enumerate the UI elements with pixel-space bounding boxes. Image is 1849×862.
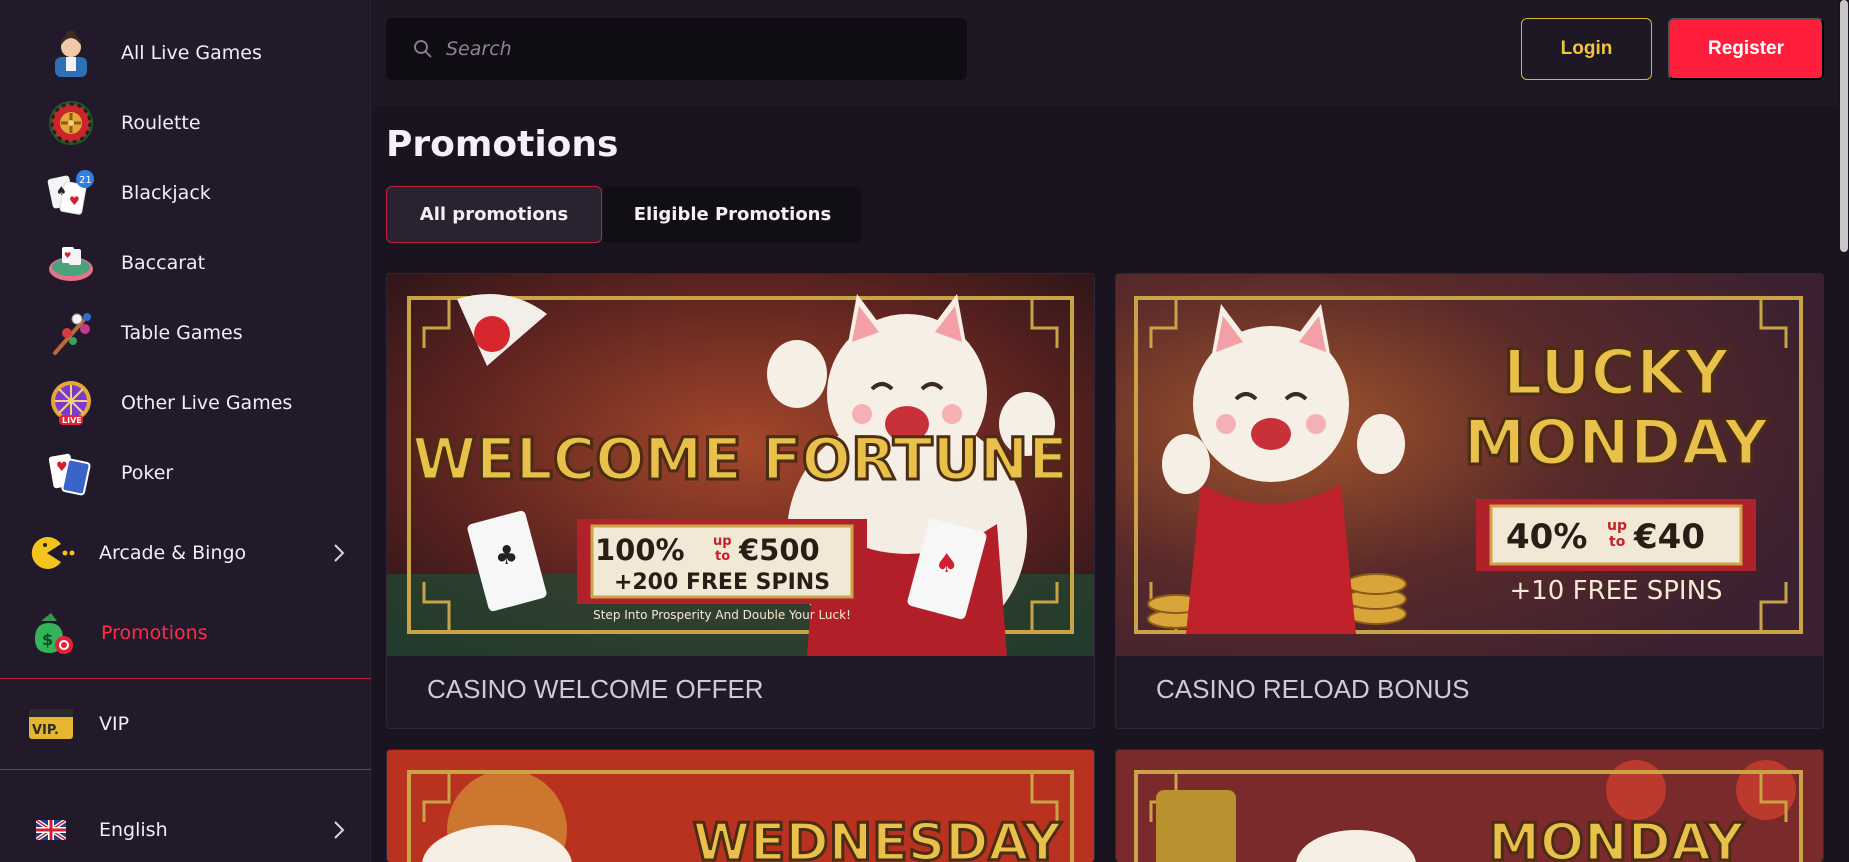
vip-icon: VIP. [27, 700, 75, 748]
scrollbar-thumb[interactable] [1840, 0, 1848, 252]
page-title: Promotions [386, 124, 619, 165]
sidebar: All Live Games Roulette ♠ ♥ 21 Blackjack… [0, 0, 371, 862]
svg-text:VIP.: VIP. [32, 723, 59, 738]
promo-card-reload[interactable]: LUCKY MONDAY 40% up to €40 +10 FREE SPIN… [1115, 273, 1824, 729]
svg-text:♥: ♥ [56, 460, 68, 475]
sidebar-item-blackjack[interactable]: ♠ ♥ 21 Blackjack [0, 158, 371, 228]
dealer-icon [47, 29, 95, 77]
sidebar-item-label: Other Live Games [121, 392, 293, 414]
banner-headline-line2: MONDAY [1464, 406, 1770, 479]
banner-tagline: Step Into Prosperity And Double Your Luc… [593, 608, 851, 622]
table-games-icon [47, 309, 95, 357]
banner-headline: WELCOME FORTUNE [412, 425, 1068, 493]
promo-card-wednesday[interactable]: WEDNESDAY [386, 749, 1095, 862]
sidebar-item-arcade-bingo[interactable]: Arcade & Bingo [0, 518, 371, 588]
svg-text:♠: ♠ [56, 184, 67, 198]
svg-text:$: $ [42, 630, 53, 649]
promo-banner-wednesday: WEDNESDAY [387, 750, 1094, 862]
tab-all-promotions[interactable]: All promotions [386, 186, 602, 243]
search-input[interactable] [446, 38, 926, 60]
banner-to: to [1609, 534, 1626, 550]
svg-text:♥: ♥ [64, 251, 71, 260]
search-box[interactable] [386, 18, 967, 80]
tab-eligible-promotions[interactable]: Eligible Promotions [603, 186, 862, 243]
promo-card-title: CASINO WELCOME OFFER [427, 674, 764, 704]
sidebar-item-poker[interactable]: ♥ Poker [0, 438, 371, 508]
banner-up: up [713, 534, 732, 549]
banner-percent: 100% [595, 533, 685, 567]
sidebar-item-label: All Live Games [121, 42, 262, 64]
sidebar-item-other-live-games[interactable]: LIVE Other Live Games [0, 368, 371, 438]
sidebar-item-label: Poker [121, 462, 174, 484]
banner-headline-line1: LUCKY [1503, 336, 1730, 409]
banner-spins: +10 FREE SPINS [1509, 576, 1722, 606]
svg-text:LIVE: LIVE [62, 416, 82, 425]
sidebar-item-all-live-games[interactable]: All Live Games [0, 18, 371, 88]
banner-to: to [715, 549, 730, 564]
register-button[interactable]: Register [1668, 18, 1824, 80]
promo-banner-monday: MONDAY [1116, 750, 1823, 862]
sidebar-item-table-games[interactable]: Table Games [0, 298, 371, 368]
banner-spins: +200 FREE SPINS [614, 570, 830, 595]
chevron-right-icon [329, 820, 349, 840]
money-bag-icon: $ [27, 609, 75, 657]
sidebar-item-roulette[interactable]: Roulette [0, 88, 371, 158]
banner-percent: 40% [1506, 517, 1587, 557]
pacman-icon [27, 529, 75, 577]
sidebar-item-label: Baccarat [121, 252, 206, 274]
sidebar-item-label: Table Games [121, 322, 243, 344]
banner-up: up [1607, 518, 1627, 534]
banner-headline: MONDAY [1488, 813, 1745, 862]
sidebar-item-label: Promotions [101, 622, 208, 644]
poker-icon: ♥ [47, 449, 95, 497]
svg-text:♣: ♣ [495, 541, 518, 571]
language-label: English [99, 819, 168, 841]
promo-card-title: CASINO RELOAD BONUS [1156, 674, 1470, 704]
uk-flag-icon [27, 806, 75, 854]
promo-banner-welcome: WELCOME FORTUNE ♣ ♠ 100% up to €500 +200… [387, 274, 1094, 656]
login-button[interactable]: Login [1521, 18, 1652, 80]
promo-card-welcome[interactable]: WELCOME FORTUNE ♣ ♠ 100% up to €500 +200… [386, 273, 1095, 729]
sidebar-item-promotions[interactable]: $ Promotions [0, 598, 371, 668]
banner-amount: €40 [1633, 517, 1705, 557]
banner-headline: WEDNESDAY [693, 813, 1063, 862]
sidebar-item-label: VIP [99, 713, 130, 735]
baccarat-icon: ♥ [47, 239, 95, 287]
language-selector[interactable]: English [0, 795, 371, 862]
sidebar-divider [0, 769, 371, 770]
sidebar-item-vip[interactable]: VIP. VIP [0, 689, 371, 759]
search-icon [413, 39, 433, 59]
chevron-right-icon [329, 543, 349, 563]
sidebar-item-baccarat[interactable]: ♥ Baccarat [0, 228, 371, 298]
sidebar-item-label: Blackjack [121, 182, 211, 204]
promo-banner-reload: LUCKY MONDAY 40% up to €40 +10 FREE SPIN… [1116, 274, 1823, 656]
sidebar-item-label: Arcade & Bingo [99, 542, 247, 564]
svg-text:♠: ♠ [935, 549, 958, 579]
other-live-icon: LIVE [47, 379, 95, 427]
promo-card-monday[interactable]: MONDAY [1115, 749, 1824, 862]
banner-amount: €500 [738, 533, 820, 567]
roulette-icon [47, 99, 95, 147]
svg-text:21: 21 [79, 175, 92, 186]
blackjack-icon: ♠ ♥ 21 [47, 169, 95, 217]
sidebar-divider [0, 678, 371, 679]
svg-text:♥: ♥ [69, 194, 80, 208]
sidebar-item-label: Roulette [121, 112, 201, 134]
